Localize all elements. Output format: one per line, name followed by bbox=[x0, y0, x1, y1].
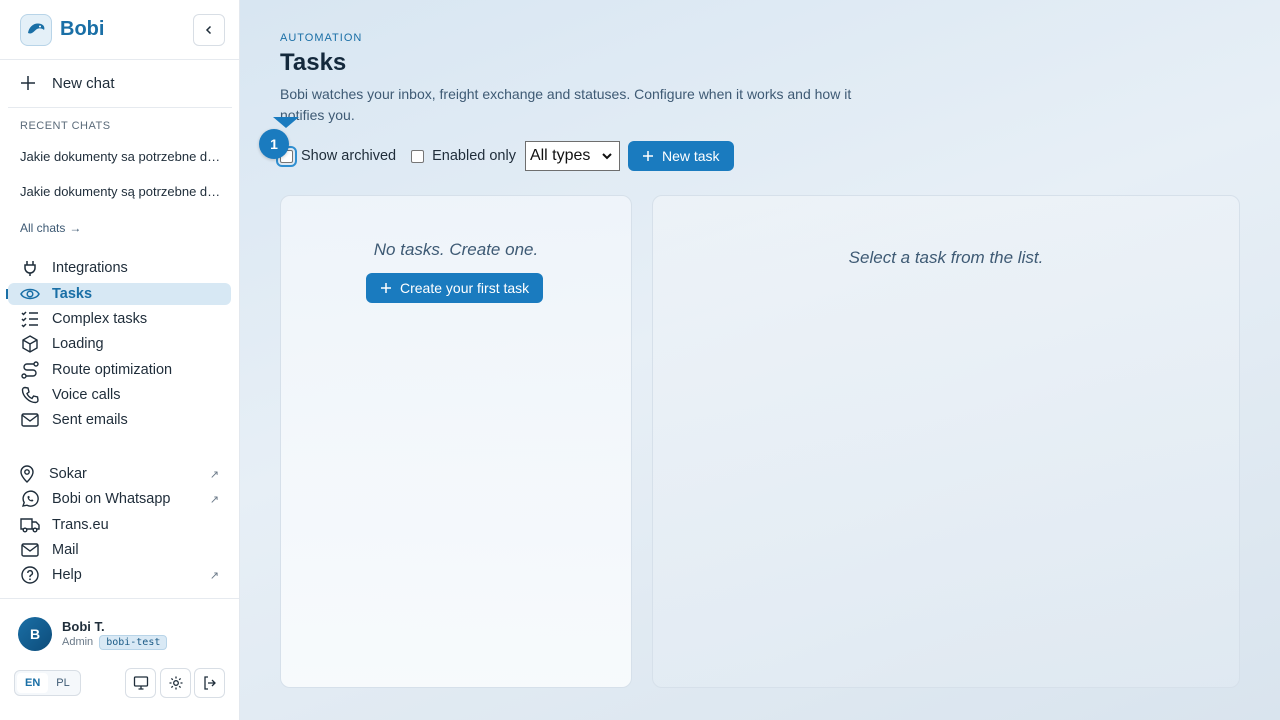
user-role: Admin bbox=[62, 636, 94, 648]
recent-chat-item[interactable]: Jakie dokumenty sa potrzebne do przewozu bbox=[20, 149, 225, 164]
plus-icon bbox=[20, 75, 40, 91]
section-eyebrow: AUTOMATION bbox=[280, 32, 363, 44]
sidebar-item-label: Trans.eu bbox=[52, 517, 109, 533]
all-chats-label: All chats bbox=[20, 221, 66, 235]
gear-icon bbox=[169, 676, 182, 690]
new-task-label: New task bbox=[661, 148, 720, 164]
user-profile: B Bobi T. Admin bobi-test bbox=[18, 617, 168, 651]
settings-button[interactable] bbox=[160, 668, 191, 698]
task-detail-panel: Select a task from the list. bbox=[652, 195, 1240, 688]
divider bbox=[0, 598, 239, 599]
box-icon bbox=[20, 334, 40, 354]
lang-pl-button[interactable]: PL bbox=[48, 673, 77, 693]
brand-header: Bobi bbox=[0, 0, 239, 60]
page-title: Tasks bbox=[280, 49, 347, 76]
sidebar-item-route-optimization[interactable]: Route optimization bbox=[8, 359, 231, 381]
arrow-right-icon: → bbox=[69, 221, 82, 235]
plus-icon bbox=[642, 150, 654, 162]
monitor-icon bbox=[133, 676, 148, 690]
sidebar: Bobi New chat RECENT CHATS Jakie dokumen… bbox=[0, 0, 240, 720]
lang-en-button[interactable]: EN bbox=[17, 673, 49, 693]
all-chats-link[interactable]: All chats → bbox=[20, 221, 81, 235]
plus-icon bbox=[380, 282, 392, 294]
chevron-down-icon bbox=[602, 153, 612, 160]
empty-detail-message: Select a task from the list. bbox=[848, 248, 1044, 267]
enabled-only-checkbox[interactable] bbox=[411, 149, 425, 163]
sidebar-item-voice-calls[interactable]: Voice calls bbox=[8, 384, 231, 406]
bobi-logo-icon bbox=[20, 13, 52, 46]
sidebar-item-complex-tasks[interactable]: Complex tasks bbox=[8, 308, 231, 330]
mail-icon bbox=[20, 540, 40, 560]
divider bbox=[8, 107, 232, 108]
new-task-button[interactable]: New task bbox=[627, 141, 734, 171]
sidebar-item-label: Integrations bbox=[52, 260, 128, 276]
language-switcher: EN PL bbox=[14, 670, 81, 696]
mail-icon bbox=[20, 410, 40, 430]
location-icon bbox=[17, 464, 37, 484]
new-chat-button[interactable]: New chat bbox=[8, 68, 232, 98]
eye-icon bbox=[20, 284, 40, 304]
task-list-panel: No tasks. Create one. Create your first … bbox=[280, 195, 632, 688]
page-subtitle: Bobi watches your inbox, freight exchang… bbox=[280, 86, 852, 123]
sidebar-item-label: Loading bbox=[52, 336, 104, 352]
route-icon bbox=[20, 360, 40, 380]
empty-list-message: No tasks. Create one. bbox=[373, 240, 539, 259]
logout-icon bbox=[203, 676, 216, 690]
sidebar-link-help[interactable]: Help ↗ bbox=[8, 564, 231, 586]
external-link-icon: ↗ bbox=[209, 468, 219, 481]
sidebar-item-label: Help bbox=[52, 567, 82, 583]
help-icon bbox=[20, 565, 40, 585]
collapse-sidebar-button[interactable] bbox=[193, 13, 225, 46]
step-marker-pointer bbox=[273, 117, 299, 128]
sidebar-link-sokar[interactable]: Sokar ↗ bbox=[8, 463, 231, 485]
brand-name: Bobi bbox=[60, 18, 105, 40]
recent-chats-heading: RECENT CHATS bbox=[20, 120, 111, 132]
sidebar-item-label: Tasks bbox=[52, 286, 93, 302]
sidebar-item-sent-emails[interactable]: Sent emails bbox=[8, 409, 231, 431]
recent-chat-item[interactable]: Jakie dokumenty są potrzebne do przewozu bbox=[20, 184, 225, 199]
filter-bar: Show archived Enabled only All types New… bbox=[276, 141, 734, 171]
task-type-select[interactable]: All types bbox=[524, 141, 620, 171]
truck-icon bbox=[20, 515, 40, 535]
workspace-badge: bobi-test bbox=[99, 634, 168, 650]
enabled-only-label: Enabled only bbox=[432, 148, 516, 164]
create-first-task-button[interactable]: Create your first task bbox=[366, 273, 544, 303]
sidebar-item-loading[interactable]: Loading bbox=[8, 333, 231, 355]
sidebar-item-label: Sokar bbox=[49, 466, 87, 482]
sidebar-item-label: Complex tasks bbox=[52, 311, 148, 327]
sidebar-link-whatsapp[interactable]: Bobi on Whatsapp ↗ bbox=[8, 488, 231, 510]
task-type-value: All types bbox=[529, 147, 591, 164]
step-marker: 1 bbox=[259, 129, 289, 159]
user-name: Bobi T. bbox=[62, 618, 105, 634]
sidebar-item-label: Route optimization bbox=[52, 362, 173, 378]
chevron-left-icon bbox=[205, 25, 212, 34]
checklist-icon bbox=[20, 309, 40, 329]
sidebar-item-label: Mail bbox=[52, 542, 79, 558]
new-chat-label: New chat bbox=[52, 74, 115, 92]
external-link-icon: ↗ bbox=[209, 493, 219, 506]
phone-icon bbox=[20, 385, 40, 405]
sidebar-link-trans-eu[interactable]: Trans.eu bbox=[8, 514, 231, 536]
main-content: AUTOMATION Tasks Bobi watches your inbox… bbox=[240, 0, 1280, 720]
sidebar-item-label: Voice calls bbox=[52, 387, 121, 403]
whatsapp-icon bbox=[20, 489, 40, 509]
plug-icon bbox=[20, 258, 40, 278]
avatar: B bbox=[18, 617, 52, 651]
sidebar-item-label: Sent emails bbox=[52, 412, 128, 428]
sidebar-item-label: Bobi on Whatsapp bbox=[52, 491, 171, 507]
show-archived-label: Show archived bbox=[301, 148, 397, 164]
create-first-task-label: Create your first task bbox=[400, 280, 530, 296]
sidebar-item-tasks[interactable]: Tasks bbox=[8, 283, 231, 305]
sidebar-link-mail[interactable]: Mail bbox=[8, 539, 231, 561]
logout-button[interactable] bbox=[194, 668, 225, 698]
external-link-icon: ↗ bbox=[209, 569, 219, 582]
display-button[interactable] bbox=[125, 668, 156, 698]
sidebar-item-integrations[interactable]: Integrations bbox=[8, 257, 231, 279]
